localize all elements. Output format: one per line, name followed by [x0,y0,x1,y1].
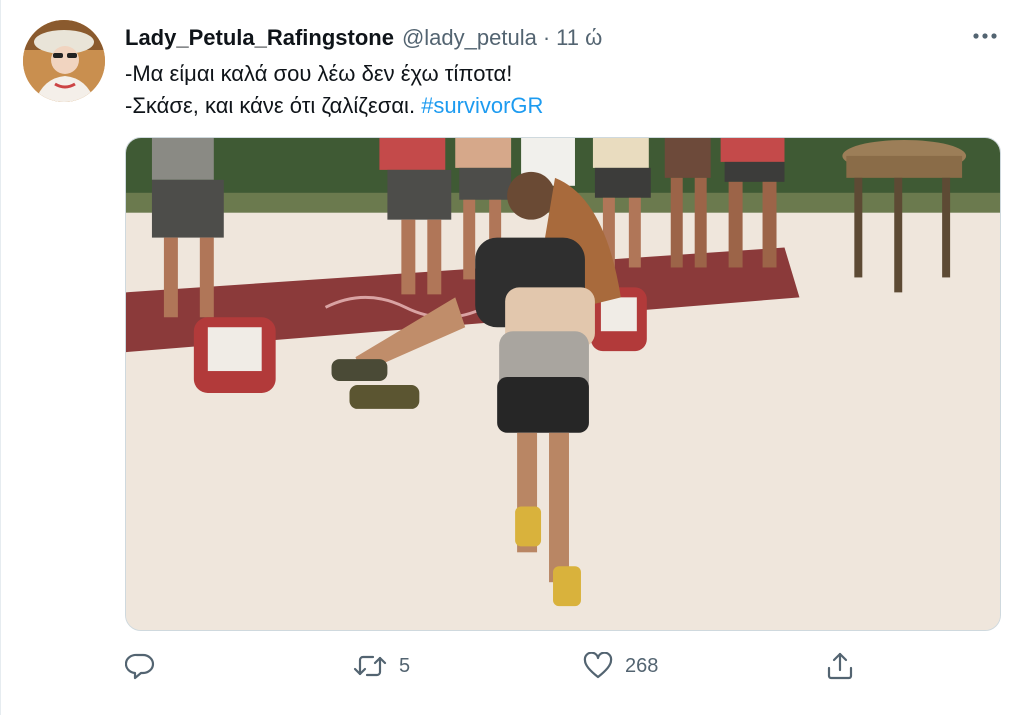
share-button[interactable] [825,648,867,684]
retweet-button[interactable]: 5 [353,648,410,684]
like-count: 268 [625,654,659,677]
tweet-text-line-2: -Σκάσε, και κάνε ότι ζαλίζεσαι. #survivo… [125,90,984,122]
retweet-icon [353,655,387,677]
hashtag-link[interactable]: #survivorGR [421,93,543,118]
tweet-timestamp[interactable]: 11 ώ [556,25,602,51]
retweet-count: 5 [399,654,411,677]
avatar-image [23,20,105,102]
reply-button[interactable] [125,648,167,684]
header-separator: · [542,25,551,50]
user-handle[interactable]: @lady_petula [402,25,537,51]
tweet-card[interactable]: Lady_Petula_Rafingstone @lady_petula · 1… [0,0,1024,715]
reply-icon [125,653,155,680]
media-image [126,138,1000,630]
display-name[interactable]: Lady_Petula_Rafingstone [125,25,394,51]
tweet-actions: 5 268 [125,648,865,684]
like-button[interactable]: 268 [583,648,658,684]
tweet-text: -Μα είμαι καλά σου λέω δεν έχω τίποτα! -… [125,58,984,122]
tweet-media[interactable] [125,137,1001,631]
heart-icon [583,652,613,679]
more-horizontal-icon [973,33,997,39]
share-icon [827,652,853,680]
tweet-text-line-2-body: -Σκάσε, και κάνε ότι ζαλίζεσαι. [125,93,416,118]
avatar[interactable] [23,20,105,102]
tweet-text-line-1: -Μα είμαι καλά σου λέω δεν έχω τίποτα! [125,61,513,86]
tweet-header: Lady_Petula_Rafingstone @lady_petula · 1… [125,22,964,54]
more-options-button[interactable] [970,22,1000,50]
